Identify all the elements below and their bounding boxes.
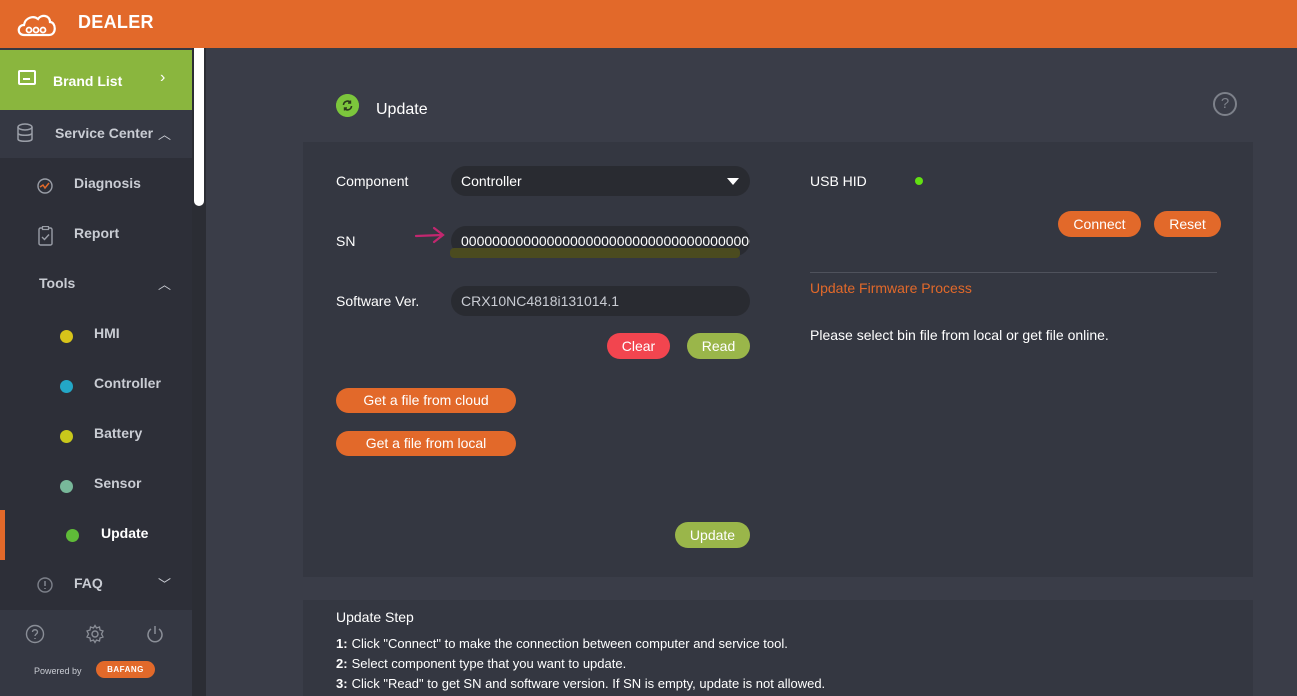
sn-value: 0000000000000000000000000000000000000000 [461,233,750,249]
sidebar-item-controller[interactable]: Controller [0,360,192,408]
connection-status-dot [915,177,923,185]
info-icon [37,577,53,593]
update-firmware-process-link[interactable]: Update Firmware Process [810,280,972,296]
page-title: Update [376,101,428,118]
sidebar-item-battery[interactable]: Battery [0,410,192,458]
step-number: 1: [336,636,348,651]
bafang-logo: BAFANG [96,661,155,678]
sidebar-item-label: Sensor [94,475,142,491]
sidebar-item-faq[interactable]: FAQ ﹀ [0,560,192,608]
sidebar-item-label: Tools [39,275,76,291]
gear-icon[interactable] [85,624,105,644]
sidebar-item-update[interactable]: Update [0,510,192,560]
connect-button[interactable]: Connect [1058,211,1141,237]
active-indicator [0,510,5,560]
sidebar-item-tools[interactable]: Tools ︿ [0,260,192,308]
redaction-mark [450,248,740,258]
sidebar-item-label: Service Center [55,125,154,141]
sidebar: Brand List › Service Center ︿ Diagnosis … [0,48,192,696]
hmi-icon [60,330,73,343]
scrollbar-thumb[interactable] [194,48,204,206]
service-center-submenu: Diagnosis Report Tools ︿ HMI Controller … [0,158,192,658]
help-icon[interactable]: ? [1213,92,1237,116]
component-value: Controller [461,173,522,189]
step-number: 3: [336,676,348,691]
power-icon[interactable] [145,624,165,644]
component-label: Component [336,173,409,189]
sidebar-item-label: Battery [94,425,143,441]
caret-down-icon [727,178,739,185]
update-step: 3: Click "Read" to get SN and software ve… [336,676,825,691]
get-file-cloud-button[interactable]: Get a file from cloud [336,388,516,413]
refresh-icon [336,94,359,117]
sidebar-item-report[interactable]: Report [0,210,192,258]
software-version-value: CRX10NC4818i131014.1 [461,293,619,309]
top-bar: DEALER [0,0,1297,48]
step-text: Select component type that you want to u… [351,656,627,671]
sidebar-item-diagnosis[interactable]: Diagnosis [0,160,192,208]
powered-by-label: Powered by [34,666,82,676]
reset-button[interactable]: Reset [1154,211,1221,237]
update-step: 1: Click "Connect" to make the connection… [336,636,788,651]
sidebar-item-label: Update [101,525,149,541]
update-icon [66,529,79,542]
cloud-logo-icon [17,14,56,37]
status-message: Please select bin file from local or get… [810,327,1109,343]
get-file-local-button[interactable]: Get a file from local [336,431,516,456]
update-steps-title: Update Step [336,609,414,625]
sensor-icon [60,480,73,493]
software-version-field[interactable]: CRX10NC4818i131014.1 [451,286,750,316]
help-icon[interactable] [25,624,45,644]
sidebar-item-label: Diagnosis [74,175,141,191]
report-icon [38,226,53,246]
component-select[interactable]: Controller [451,166,750,196]
sidebar-footer: Powered by BAFANG [0,610,192,696]
diagnosis-icon [37,178,53,194]
sidebar-item-brand-list[interactable]: Brand List › [0,50,192,110]
sidebar-item-service-center[interactable]: Service Center ︿ [0,110,192,158]
battery-icon [60,430,73,443]
chevron-up-icon: ︿ [158,127,172,142]
clear-button[interactable]: Clear [607,333,670,359]
sidebar-item-label: FAQ [74,575,103,591]
brand-list-icon [18,70,36,85]
step-text: Click "Read" to get SN and software vers… [351,676,826,691]
arrow-annotation-icon [414,226,445,244]
update-panel [303,142,1253,577]
sidebar-item-label: Controller [94,375,161,391]
update-button[interactable]: Update [675,522,750,548]
step-number: 2: [336,656,348,671]
usb-hid-label: USB HID [810,173,867,189]
divider [810,272,1217,273]
update-step: 2: Select component type that you want to… [336,656,626,671]
chevron-up-icon: ︿ [158,277,172,292]
chevron-down-icon: ﹀ [158,577,172,592]
chevron-right-icon: › [160,69,166,86]
software-version-label: Software Ver. [336,293,420,309]
sidebar-item-label: Brand List [53,73,123,89]
sidebar-item-sensor[interactable]: Sensor [0,460,192,508]
read-button[interactable]: Read [687,333,750,359]
sidebar-item-hmi[interactable]: HMI [0,310,192,358]
sidebar-item-label: HMI [94,325,120,341]
database-icon [17,123,33,142]
sidebar-item-label: Report [74,225,120,241]
step-text: Click "Connect" to make the connection b… [351,636,788,651]
sn-label: SN [336,233,356,249]
app-title: DEALER [78,12,154,32]
controller-icon [60,380,73,393]
